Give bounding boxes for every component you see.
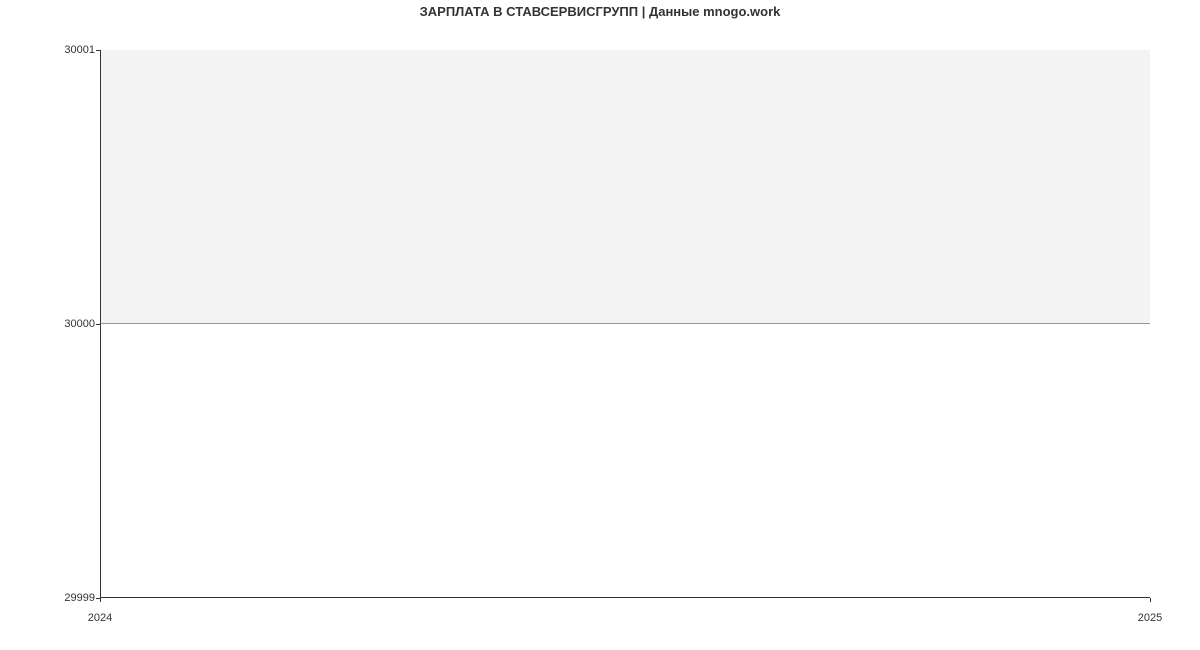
x-tick-mark bbox=[100, 598, 101, 602]
y-tick-29999: 29999 bbox=[64, 592, 95, 604]
y-tick-30000: 30000 bbox=[64, 318, 95, 330]
chart-axes bbox=[100, 50, 1150, 598]
chart-container: ЗАРПЛАТА В СТАВСЕРВИСГРУПП | Данные mnog… bbox=[0, 0, 1200, 650]
chart-title: ЗАРПЛАТА В СТАВСЕРВИСГРУПП | Данные mnog… bbox=[0, 4, 1200, 19]
x-tick-2024: 2024 bbox=[88, 612, 112, 624]
x-tick-2025: 2025 bbox=[1138, 612, 1162, 624]
x-tick-mark bbox=[1150, 598, 1151, 602]
y-tick-30001: 30001 bbox=[64, 44, 95, 56]
